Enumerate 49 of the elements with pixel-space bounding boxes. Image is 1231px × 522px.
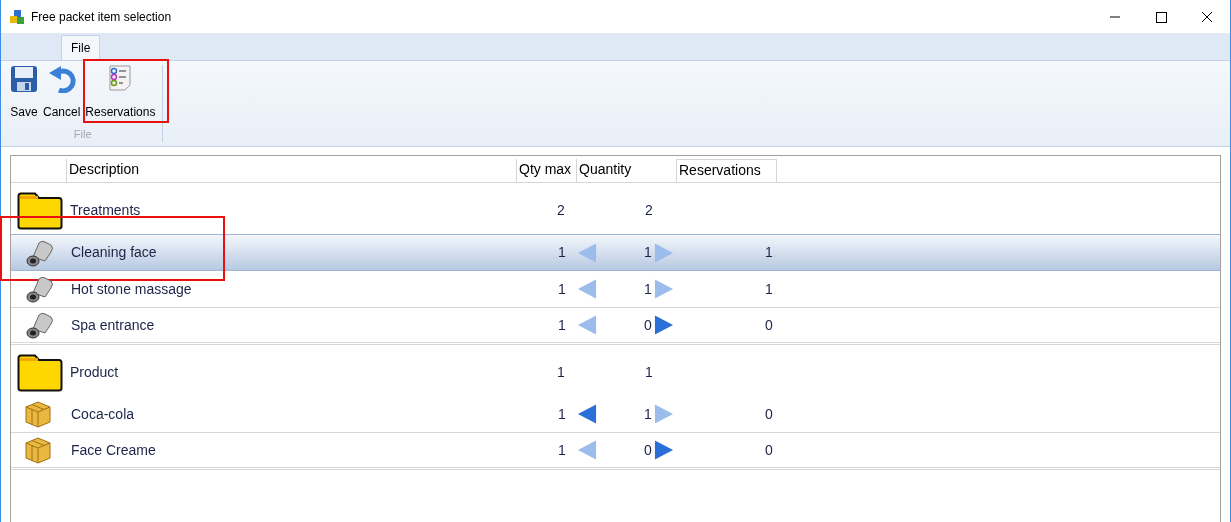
column-header[interactable]: Qty max (517, 159, 577, 183)
quantity-value: 0 (644, 440, 652, 460)
qty-max-value: 2 (557, 202, 565, 218)
group-label: File (73, 126, 92, 142)
quantity-value: 1 (644, 404, 652, 424)
reservations-value: 1 (765, 280, 773, 297)
qty-max-value: 1 (558, 404, 566, 424)
group-name: Product (70, 364, 119, 380)
reservations-value: 0 (765, 441, 773, 458)
cardboard-box-icon (23, 435, 53, 465)
column-header[interactable]: Quantity (577, 159, 677, 183)
folder-icon (17, 353, 63, 392)
folder-icon (17, 191, 63, 230)
quantity-value: 1 (644, 243, 652, 262)
save-button[interactable]: Save (9, 65, 39, 121)
table-row[interactable]: Coca-cola 1 1 0 (11, 396, 1220, 433)
increase-arrow-icon[interactable] (653, 314, 674, 336)
item-name: Cleaning face (71, 244, 157, 260)
qty-max-value: 1 (558, 243, 566, 262)
quantity-value: 1 (645, 364, 653, 380)
reservations-button[interactable]: Reservations (84, 65, 157, 121)
column-header[interactable]: Description (67, 159, 517, 183)
group-name: Treatments (70, 202, 141, 218)
quantity-value: 2 (645, 202, 653, 218)
decrease-arrow-icon[interactable] (577, 403, 597, 425)
table-row[interactable]: Face Creame 1 0 0 (11, 433, 1220, 470)
reservations-value: 0 (765, 316, 773, 333)
quantity-value: 1 (644, 279, 652, 299)
item-name: Hot stone massage (71, 280, 192, 297)
quantity-value: 0 (644, 315, 652, 335)
header-spacer (11, 159, 67, 183)
cancel-button[interactable]: Cancel (42, 65, 82, 121)
cardboard-box-icon (23, 399, 53, 429)
increase-arrow-icon[interactable] (653, 439, 674, 461)
item-name: Coca-cola (71, 405, 135, 422)
reservations-value: 1 (765, 244, 773, 260)
checklist-icon (109, 65, 132, 91)
qty-max-value: 1 (558, 315, 566, 335)
item-name: Face Creame (71, 441, 156, 458)
qty-max-value: 1 (558, 279, 566, 299)
reservations-value: 0 (765, 405, 773, 422)
qty-max-value: 1 (557, 364, 565, 380)
table-row[interactable]: Spa entrance 1 0 0 (11, 308, 1220, 345)
column-header[interactable]: Reservations (677, 159, 777, 183)
window-title: Free packet item selection (31, 8, 172, 26)
item-name: Spa entrance (71, 316, 155, 333)
app-icon (9, 8, 25, 25)
ribbon-tab[interactable]: File (61, 35, 101, 60)
qty-max-value: 1 (558, 440, 566, 460)
